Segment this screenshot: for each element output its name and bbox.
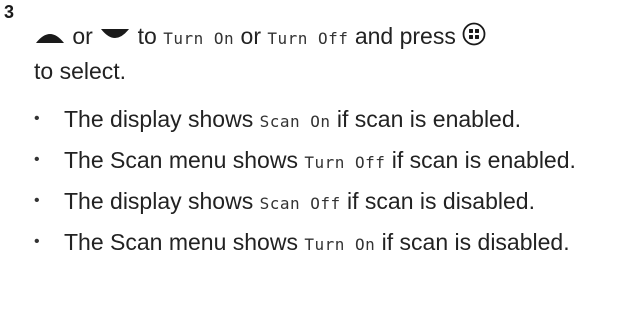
and-press-text: and press xyxy=(348,23,463,49)
display-value: Scan On xyxy=(259,112,331,131)
turn-on-option: Turn On xyxy=(163,29,235,48)
turn-off-option: Turn Off xyxy=(267,29,349,48)
result-bullet-list: • The display shows Scan On if scan is e… xyxy=(34,104,634,268)
bullet-text: The Scan menu shows xyxy=(64,229,305,255)
bullet-text: The display shows xyxy=(64,106,260,132)
or-text: or xyxy=(66,23,100,49)
list-item: • The display shows Scan Off if scan is … xyxy=(34,186,634,219)
list-item: • The Scan menu shows Turn On if scan is… xyxy=(34,227,634,260)
bullet-text: The display shows xyxy=(64,188,260,214)
bullet-dot: • xyxy=(34,110,40,127)
bullet-text: The Scan menu shows xyxy=(64,147,305,173)
menu-ok-button-icon xyxy=(462,22,486,46)
or-text-2: or xyxy=(234,23,268,49)
menu-value: Turn Off xyxy=(304,153,386,172)
bullet-dot: • xyxy=(34,233,40,250)
to-select-text: to select. xyxy=(34,58,127,84)
bullet-text: if scan is enabled. xyxy=(330,106,522,132)
bullet-text: if scan is disabled. xyxy=(375,229,570,255)
list-item: • The Scan menu shows Turn Off if scan i… xyxy=(34,145,634,178)
step-number: 3 xyxy=(4,2,15,22)
to-text: to xyxy=(131,23,164,49)
down-arrow-icon xyxy=(99,27,131,45)
up-arrow-icon xyxy=(34,27,66,45)
bullet-dot: • xyxy=(34,192,40,209)
menu-value: Turn On xyxy=(304,235,376,254)
bullet-text: if scan is disabled. xyxy=(340,188,535,214)
bullet-dot: • xyxy=(34,151,40,168)
bullet-text: if scan is enabled. xyxy=(385,147,576,173)
display-value: Scan Off xyxy=(259,194,341,213)
list-item: • The display shows Scan On if scan is e… xyxy=(34,104,634,137)
step-instruction: or to Turn On or Turn Off and press to s… xyxy=(34,20,634,87)
